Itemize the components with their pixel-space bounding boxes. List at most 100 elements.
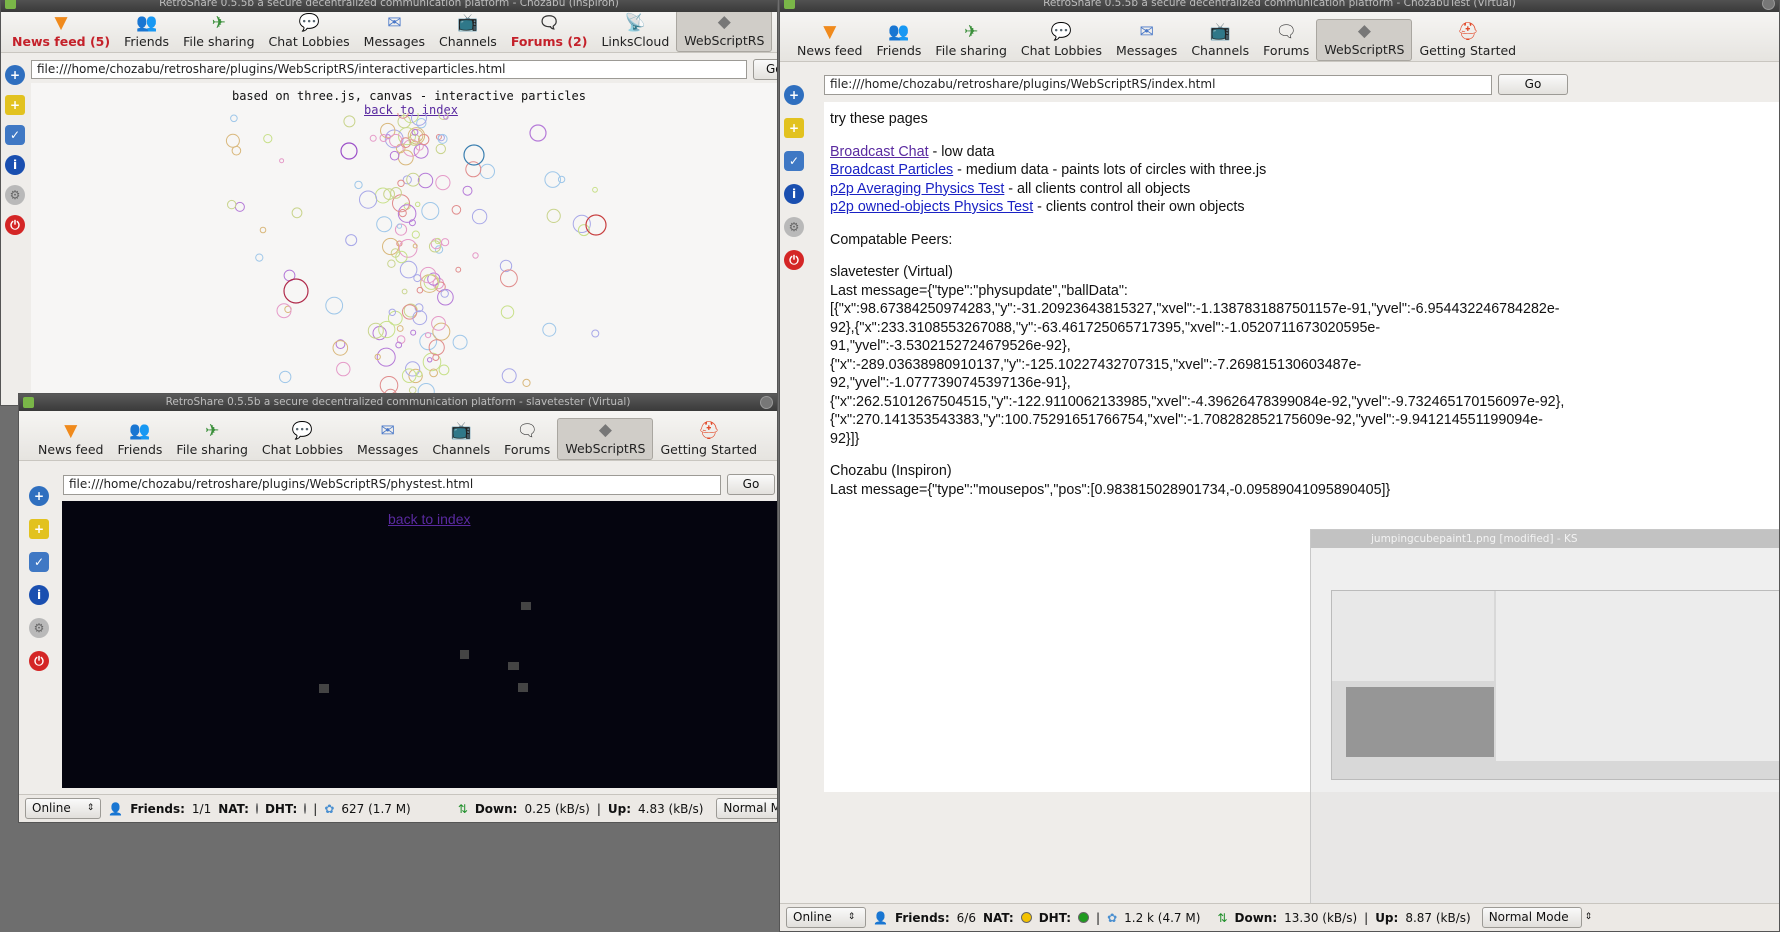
window-title: RetroShare 0.5.5b a secure decentralized… <box>159 0 619 9</box>
particle-circle <box>376 216 393 233</box>
toolbar-button-webscriptrs[interactable]: ◆ WebScriptRS <box>1316 19 1413 61</box>
particle-canvas[interactable] <box>31 113 778 403</box>
add-share-icon[interactable]: + <box>29 519 49 539</box>
particle-circle <box>382 237 400 256</box>
getting-started-icon: ⛑ <box>1457 21 1479 42</box>
page-link[interactable]: Broadcast Particles <box>830 162 953 178</box>
toolbar-button-linkscloud[interactable]: 📡 LinksCloud <box>594 12 676 52</box>
channels-icon: 📺 <box>457 12 479 33</box>
toolbar-button-friends[interactable]: 👥 Friends <box>117 12 176 52</box>
close-icon[interactable] <box>760 396 773 409</box>
gear-icon[interactable]: ⚙ <box>5 185 25 205</box>
toolbar-button-forums[interactable]: 🗨 Forums <box>497 420 557 460</box>
chat-lobbies-icon: 💬 <box>1050 21 1073 42</box>
toolbar-button-label: Friends <box>124 34 170 49</box>
toolbar-button-getting-started[interactable]: ⛑ Getting Started <box>653 420 764 460</box>
url-field[interactable]: file:///home/chozabu/retroshare/plugins/… <box>63 474 721 495</box>
app-icon <box>23 397 34 408</box>
toolbar-button-channels[interactable]: 📺 Channels <box>432 12 504 52</box>
toolbar-button-messages[interactable]: ✉ Messages <box>357 12 432 52</box>
add-share-icon[interactable]: + <box>784 118 804 138</box>
particle-circle <box>225 133 240 148</box>
page-link[interactable]: p2p Averaging Physics Test <box>830 181 1004 197</box>
title-bar[interactable]: RetroShare 0.5.5b a secure decentralized… <box>1 0 777 12</box>
toolbar-button-messages[interactable]: ✉ Messages <box>350 420 425 460</box>
particle-circle <box>591 329 600 338</box>
mode-select[interactable]: Normal Mode⇕ <box>716 798 777 819</box>
address-bar: file:///home/chozabu/retroshare/plugins/… <box>63 474 775 495</box>
channels-icon: 📺 <box>1209 21 1231 42</box>
toolbar-button-channels[interactable]: 📺 Channels <box>425 420 497 460</box>
toolbar-button-file-sharing[interactable]: ✈ File sharing <box>176 12 261 52</box>
particle-circle <box>441 238 450 247</box>
go-button[interactable]: Go <box>753 59 777 80</box>
shield-icon[interactable]: ✓ <box>29 552 49 572</box>
particle-circle <box>291 207 303 219</box>
toolbar-button-friends[interactable]: 👥 Friends <box>869 21 928 61</box>
url-field[interactable]: file:///home/chozabu/retroshare/plugins/… <box>824 74 1492 95</box>
online-status-select[interactable]: Online ⇕ <box>786 907 866 928</box>
toolbar-button-chat-lobbies[interactable]: 💬 Chat Lobbies <box>262 12 357 52</box>
back-to-index-link[interactable]: back to index <box>388 511 471 527</box>
bandwidth-icon: ⇅ <box>457 801 468 816</box>
power-icon[interactable]: ⏻ <box>5 215 25 235</box>
toolbar-button-news-feed[interactable]: ▼ News feed <box>790 21 869 61</box>
peer-message-line: [{"x":98.67384250974283,"y":-31.20923643… <box>830 301 1560 317</box>
toolbar-button-webscriptrs[interactable]: ◆ WebScriptRS <box>557 418 654 460</box>
particle-circle <box>230 114 238 123</box>
particle-circle <box>345 234 358 247</box>
peer-message: Last message={"type":"physupdate","ballD… <box>830 282 1779 449</box>
power-icon[interactable]: ⏻ <box>784 250 804 270</box>
title-bar[interactable]: RetroShare 0.5.5b a secure decentralized… <box>19 394 777 411</box>
info-icon[interactable]: i <box>784 184 804 204</box>
toolbar-button-news-feed[interactable]: ▼ News feed (5) <box>5 12 117 52</box>
toolbar-button-getting-started[interactable]: ⛑ Getting Started <box>1412 21 1523 61</box>
add-friend-icon[interactable]: + <box>784 85 804 105</box>
toolbar-button-label: Channels <box>432 442 491 457</box>
close-icon[interactable] <box>1762 0 1775 10</box>
toolbar-button-chat-lobbies[interactable]: 💬 Chat Lobbies <box>1014 21 1109 61</box>
toolbar-button-messages[interactable]: ✉ Messages <box>1109 21 1184 61</box>
toolbar-button-file-sharing[interactable]: ✈ File sharing <box>928 21 1013 61</box>
particle-circle <box>585 214 607 236</box>
go-button[interactable]: Go <box>1498 74 1568 95</box>
file-sharing-icon: ✈ <box>211 12 226 33</box>
particle-circle <box>411 230 420 239</box>
toolbar-button-news-feed[interactable]: ▼ News feed <box>31 420 110 460</box>
toolbar-button-forums[interactable]: 🗨 Forums (2) <box>504 12 595 52</box>
shield-icon[interactable]: ✓ <box>5 125 25 145</box>
toolbar-button-label: File sharing <box>183 34 255 49</box>
shield-icon[interactable]: ✓ <box>784 151 804 171</box>
webscriptrs-icon: ◆ <box>598 419 612 440</box>
url-field[interactable]: file:///home/chozabu/retroshare/plugins/… <box>31 60 747 79</box>
gear-icon[interactable]: ⚙ <box>29 618 49 638</box>
go-button[interactable]: Go <box>727 474 775 495</box>
toolbar-button-chat-lobbies[interactable]: 💬 Chat Lobbies <box>255 420 350 460</box>
add-share-icon[interactable]: + <box>5 95 25 115</box>
add-friend-icon[interactable]: + <box>29 486 49 506</box>
toolbar-button-channels[interactable]: 📺 Channels <box>1184 21 1256 61</box>
toolbar-button-file-sharing[interactable]: ✈ File sharing <box>169 420 254 460</box>
particle-circle <box>397 179 405 188</box>
intro-text: try these pages <box>830 111 928 127</box>
particle-circle <box>227 199 237 210</box>
gear-icon[interactable]: ⚙ <box>784 217 804 237</box>
toolbar-button-label: News feed <box>38 442 104 457</box>
power-icon[interactable]: ⏻ <box>29 651 49 671</box>
toolbar-button-webscriptrs[interactable]: ◆ WebScriptRS <box>676 10 773 52</box>
peer-message-line: 91,"yvel":-3.5302152724679526e-92}, <box>830 338 1071 354</box>
physics-page[interactable]: back to index <box>62 501 777 788</box>
info-icon[interactable]: i <box>5 155 25 175</box>
toolbar-button-forums[interactable]: 🗨 Forums <box>1256 21 1316 61</box>
add-friend-icon[interactable]: + <box>5 65 25 85</box>
online-status-select[interactable]: Online ⇕ <box>25 798 102 819</box>
title-bar[interactable]: RetroShare 0.5.5b a secure decentralized… <box>780 0 1779 12</box>
info-icon[interactable]: i <box>29 585 49 605</box>
friends-count: 6/6 <box>956 910 976 925</box>
page-link[interactable]: Broadcast Chat <box>830 144 929 160</box>
page-link[interactable]: p2p owned-objects Physics Test <box>830 199 1033 215</box>
page-link-row: p2p owned-objects Physics Test - clients… <box>830 198 1779 217</box>
toolbar-button-friends[interactable]: 👥 Friends <box>110 420 169 460</box>
background-window-overlay[interactable]: jumpingcubepaint1.png [modified] - KS <box>1310 529 1779 931</box>
mode-select[interactable]: Normal Mode⇕ <box>1481 907 1592 928</box>
